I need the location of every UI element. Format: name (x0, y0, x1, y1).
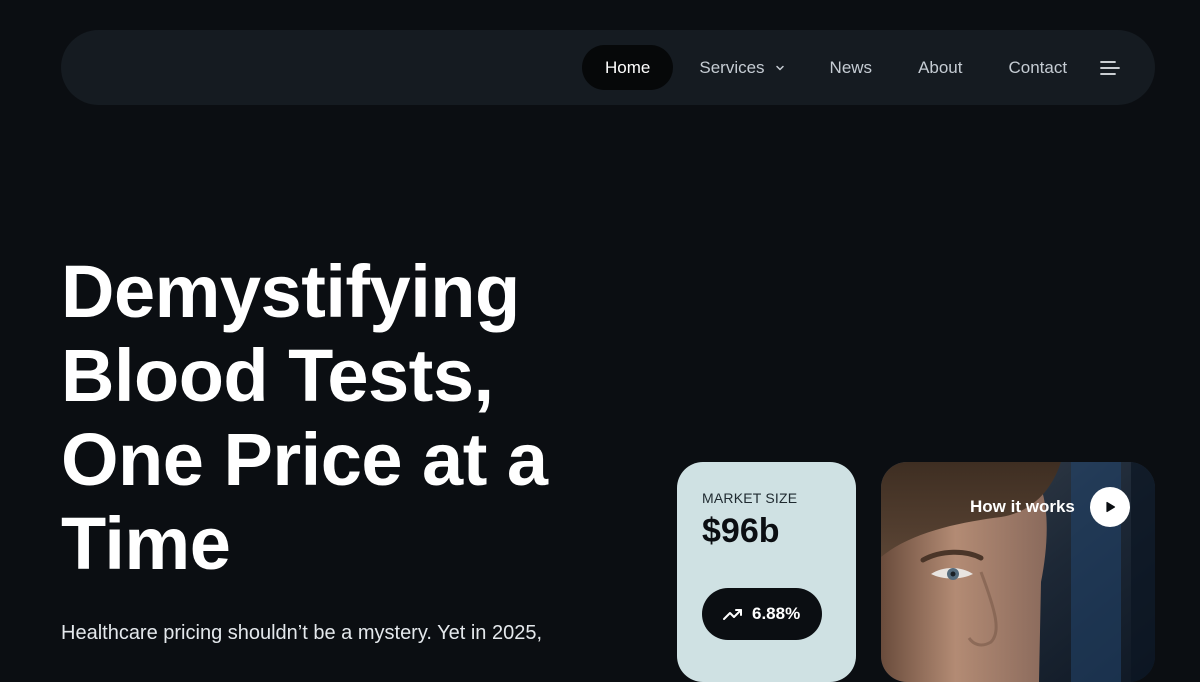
nav-item-news[interactable]: News (807, 45, 896, 90)
hero-description: Healthcare pricing shouldn’t be a myster… (61, 622, 543, 644)
nav-item-label: Home (605, 57, 651, 77)
growth-percentage: 6.88% (752, 604, 801, 623)
growth-badge[interactable]: 6.88% (702, 588, 822, 640)
nav-links: Home Services News About Contact (582, 45, 1090, 90)
market-size-card: MARKET SIZE $96b 6.88% (677, 462, 856, 682)
nav-item-home[interactable]: Home (582, 45, 674, 90)
nav-item-label: About (918, 57, 963, 77)
nav-item-label: Contact (1008, 57, 1068, 77)
nav-item-services[interactable]: Services (673, 45, 806, 90)
navbar: Home Services News About Contact (61, 30, 1155, 105)
nav-item-contact[interactable]: Contact (986, 45, 1091, 90)
nav-item-label: News (829, 57, 873, 77)
market-size-label: MARKET SIZE (702, 490, 798, 506)
how-it-works-video-card[interactable]: How it works (881, 462, 1155, 682)
play-button[interactable] (1090, 487, 1130, 527)
trending-up-icon (723, 609, 742, 620)
nav-item-about[interactable]: About (895, 45, 985, 90)
hero-title: Demystifying Blood Tests, One Price at a… (61, 250, 548, 585)
market-size-value: $96b (702, 512, 780, 550)
how-it-works-label: How it works (970, 497, 1075, 516)
hamburger-menu-icon[interactable] (1098, 57, 1122, 79)
chevron-down-icon (775, 65, 784, 70)
play-icon (1106, 501, 1116, 513)
nav-item-label: Services (699, 57, 765, 77)
